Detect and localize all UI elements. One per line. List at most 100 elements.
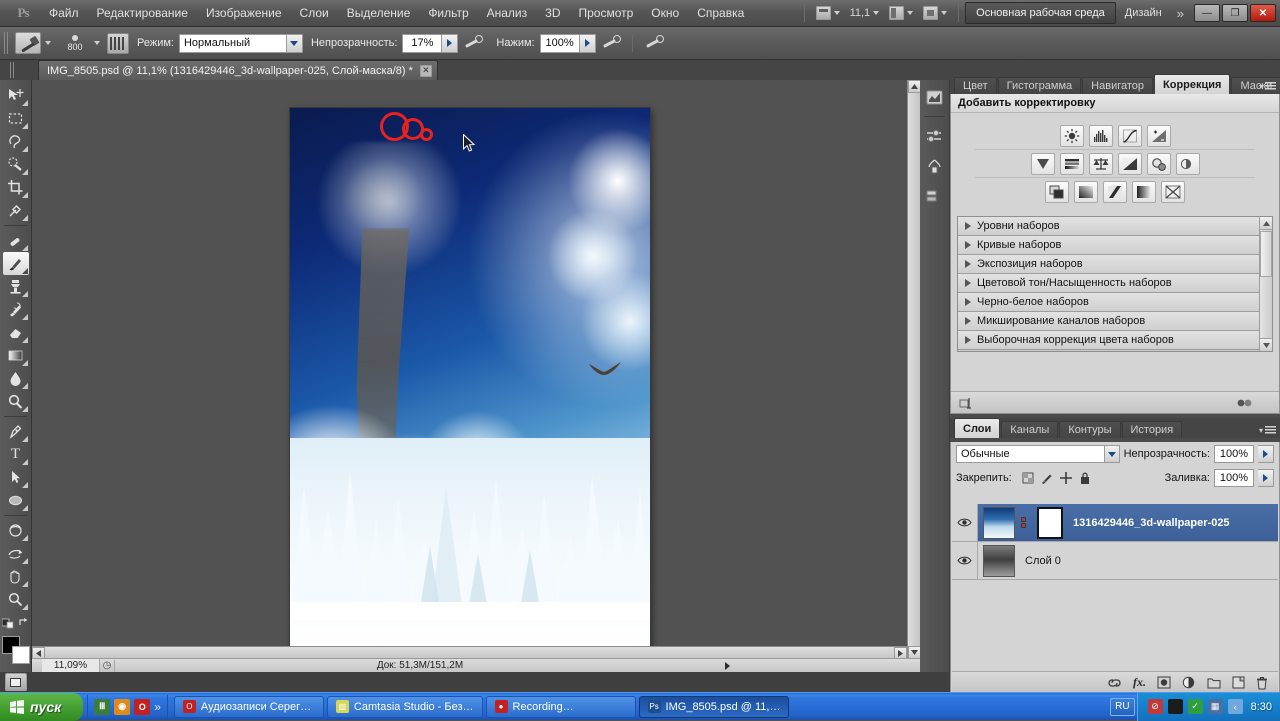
menu-item-5[interactable]: Фильтр	[419, 2, 477, 24]
ql-app-2[interactable]: ◉	[114, 698, 131, 715]
document-canvas[interactable]	[290, 108, 650, 648]
workspace-essentials-button[interactable]: Основная рабочая среда	[965, 2, 1116, 24]
blur-tool[interactable]	[3, 367, 29, 390]
adjustments-panel-icon[interactable]	[923, 125, 947, 147]
layer-thumbnail[interactable]	[983, 506, 1015, 539]
airbrush-toggle-icon[interactable]	[601, 33, 621, 53]
tab-коррекция[interactable]: Коррекция	[1154, 74, 1231, 94]
add-layer-mask-icon[interactable]	[1157, 676, 1171, 689]
tab-гистограмма[interactable]: Гистограмма	[997, 77, 1082, 94]
exposure-icon[interactable]	[1146, 125, 1171, 147]
new-group-icon[interactable]	[1207, 677, 1221, 689]
tab-цвет[interactable]: Цвет	[954, 77, 997, 94]
language-indicator[interactable]: RU	[1110, 697, 1135, 716]
close-icon[interactable]: ✕	[419, 64, 432, 77]
new-layer-icon[interactable]	[1232, 676, 1245, 689]
taskbar-button[interactable]: ▧ Camtasia Studio - Без…	[326, 695, 483, 718]
tab-слои[interactable]: Слои	[954, 418, 1001, 438]
layers-panel-menu-button[interactable]: ▾	[1259, 426, 1276, 435]
path-selection-tool[interactable]	[3, 466, 29, 489]
menu-item-10[interactable]: Справка	[688, 2, 753, 24]
eraser-tool[interactable]	[3, 321, 29, 344]
quick-mask-toggle[interactable]	[4, 673, 27, 691]
close-button[interactable]: ✕	[1250, 4, 1276, 22]
layer-visibility-toggle[interactable]	[952, 504, 978, 541]
tab-контуры[interactable]: Контуры	[1059, 421, 1121, 438]
pen-tool[interactable]	[3, 420, 29, 443]
document-timing-icon[interactable]: ◷	[100, 659, 114, 672]
minimize-button[interactable]: —	[1194, 4, 1220, 22]
flow-input[interactable]: 100%	[539, 33, 580, 53]
tray-antivirus-icon[interactable]: ⊘	[1147, 699, 1163, 714]
expand-triangle-icon[interactable]	[965, 241, 971, 249]
expand-triangle-icon[interactable]	[965, 279, 971, 287]
layer-fill-input[interactable]: 100%	[1214, 469, 1254, 487]
dodge-tool[interactable]	[3, 390, 29, 413]
quicklaunch-more-icon[interactable]: »	[154, 700, 161, 714]
layer-fill-slider-button[interactable]	[1258, 469, 1274, 487]
delete-layer-icon[interactable]	[1256, 676, 1268, 690]
levels-icon[interactable]	[1088, 125, 1113, 147]
tray-black-icon[interactable]	[1167, 699, 1183, 714]
preset-row[interactable]: Черно-белое наборов	[958, 293, 1259, 312]
layer-mask-thumbnail[interactable]	[1037, 506, 1063, 539]
scroll-up-arrow-icon[interactable]	[1260, 217, 1272, 230]
tablet-pressure-icon[interactable]	[644, 33, 664, 53]
menu-item-4[interactable]: Выделение	[338, 2, 420, 24]
menu-item-2[interactable]: Изображение	[197, 2, 291, 24]
brush-size-indicator[interactable]: 800	[58, 30, 92, 56]
taskbar-button[interactable]: ● Recording…	[485, 695, 636, 718]
vibrance-icon[interactable]	[1030, 153, 1055, 175]
photo-filter-icon[interactable]	[1146, 153, 1171, 175]
presets-scroll-thumb[interactable]	[1260, 231, 1272, 277]
new-adjustment-layer-icon[interactable]	[1182, 676, 1196, 689]
zoom-level-control[interactable]: 11,1	[845, 7, 885, 19]
rotate-3d-tool[interactable]	[3, 519, 29, 542]
preset-row[interactable]: Уровни наборов	[958, 217, 1259, 236]
history-brush-tool[interactable]	[3, 298, 29, 321]
ql-opera[interactable]: O	[134, 698, 151, 715]
chevron-down-icon[interactable]	[1103, 446, 1119, 462]
move-tool[interactable]	[3, 84, 29, 107]
screen-mode-control[interactable]	[811, 6, 845, 20]
layer-thumbnail[interactable]	[983, 544, 1015, 577]
ql-app-1[interactable]: Ⅲ	[94, 698, 111, 715]
color-swatches[interactable]	[1, 635, 31, 665]
preset-row[interactable]: Экспозиция наборов	[958, 255, 1259, 274]
brightness-contrast-icon[interactable]	[1059, 125, 1084, 147]
brush-preset-icon[interactable]	[15, 32, 41, 54]
menu-item-7[interactable]: 3D	[536, 2, 569, 24]
expand-triangle-icon[interactable]	[965, 298, 971, 306]
tray-expand-icon[interactable]: ‹	[1227, 699, 1243, 714]
link-layers-icon[interactable]	[1107, 677, 1122, 689]
gradient-map-icon[interactable]	[1132, 181, 1156, 203]
preset-row[interactable]: Кривые наборов	[958, 236, 1259, 255]
black-white-icon[interactable]	[1117, 153, 1142, 175]
presets-scrollbar[interactable]	[1259, 217, 1272, 351]
preset-row[interactable]: Выборочная коррекция цвета наборов	[958, 331, 1259, 350]
expand-triangle-icon[interactable]	[965, 260, 971, 268]
lock-image-icon[interactable]	[1041, 472, 1053, 484]
expand-triangle-icon[interactable]	[965, 336, 971, 344]
quick-selection-tool[interactable]	[3, 153, 29, 176]
brush-tool[interactable]	[2, 252, 29, 275]
menu-item-3[interactable]: Слои	[291, 2, 338, 24]
layer-row[interactable]: 1316429446_3d-wallpaper-025	[952, 504, 1278, 542]
curves-icon[interactable]	[1117, 125, 1142, 147]
orbit-3d-tool[interactable]	[3, 542, 29, 565]
healing-brush-tool[interactable]	[3, 229, 29, 252]
tab-каналы[interactable]: Каналы	[1001, 421, 1059, 438]
status-menu-arrow-icon[interactable]	[725, 661, 730, 670]
lock-all-icon[interactable]	[1079, 472, 1091, 485]
layer-style-icon[interactable]: fx.	[1133, 675, 1146, 690]
menu-item-8[interactable]: Просмотр	[569, 2, 642, 24]
eyedropper-tool[interactable]	[3, 199, 29, 222]
workspace-design-button[interactable]: Дизайн	[1116, 7, 1171, 19]
layer-visibility-toggle[interactable]	[952, 542, 978, 579]
chevron-down-icon[interactable]	[285, 34, 302, 52]
lock-transparency-icon[interactable]	[1022, 472, 1034, 484]
posterize-icon[interactable]	[1074, 181, 1098, 203]
menu-item-1[interactable]: Редактирование	[88, 2, 197, 24]
layer-opacity-slider-button[interactable]	[1258, 445, 1274, 463]
hue-saturation-icon[interactable]	[1059, 153, 1084, 175]
